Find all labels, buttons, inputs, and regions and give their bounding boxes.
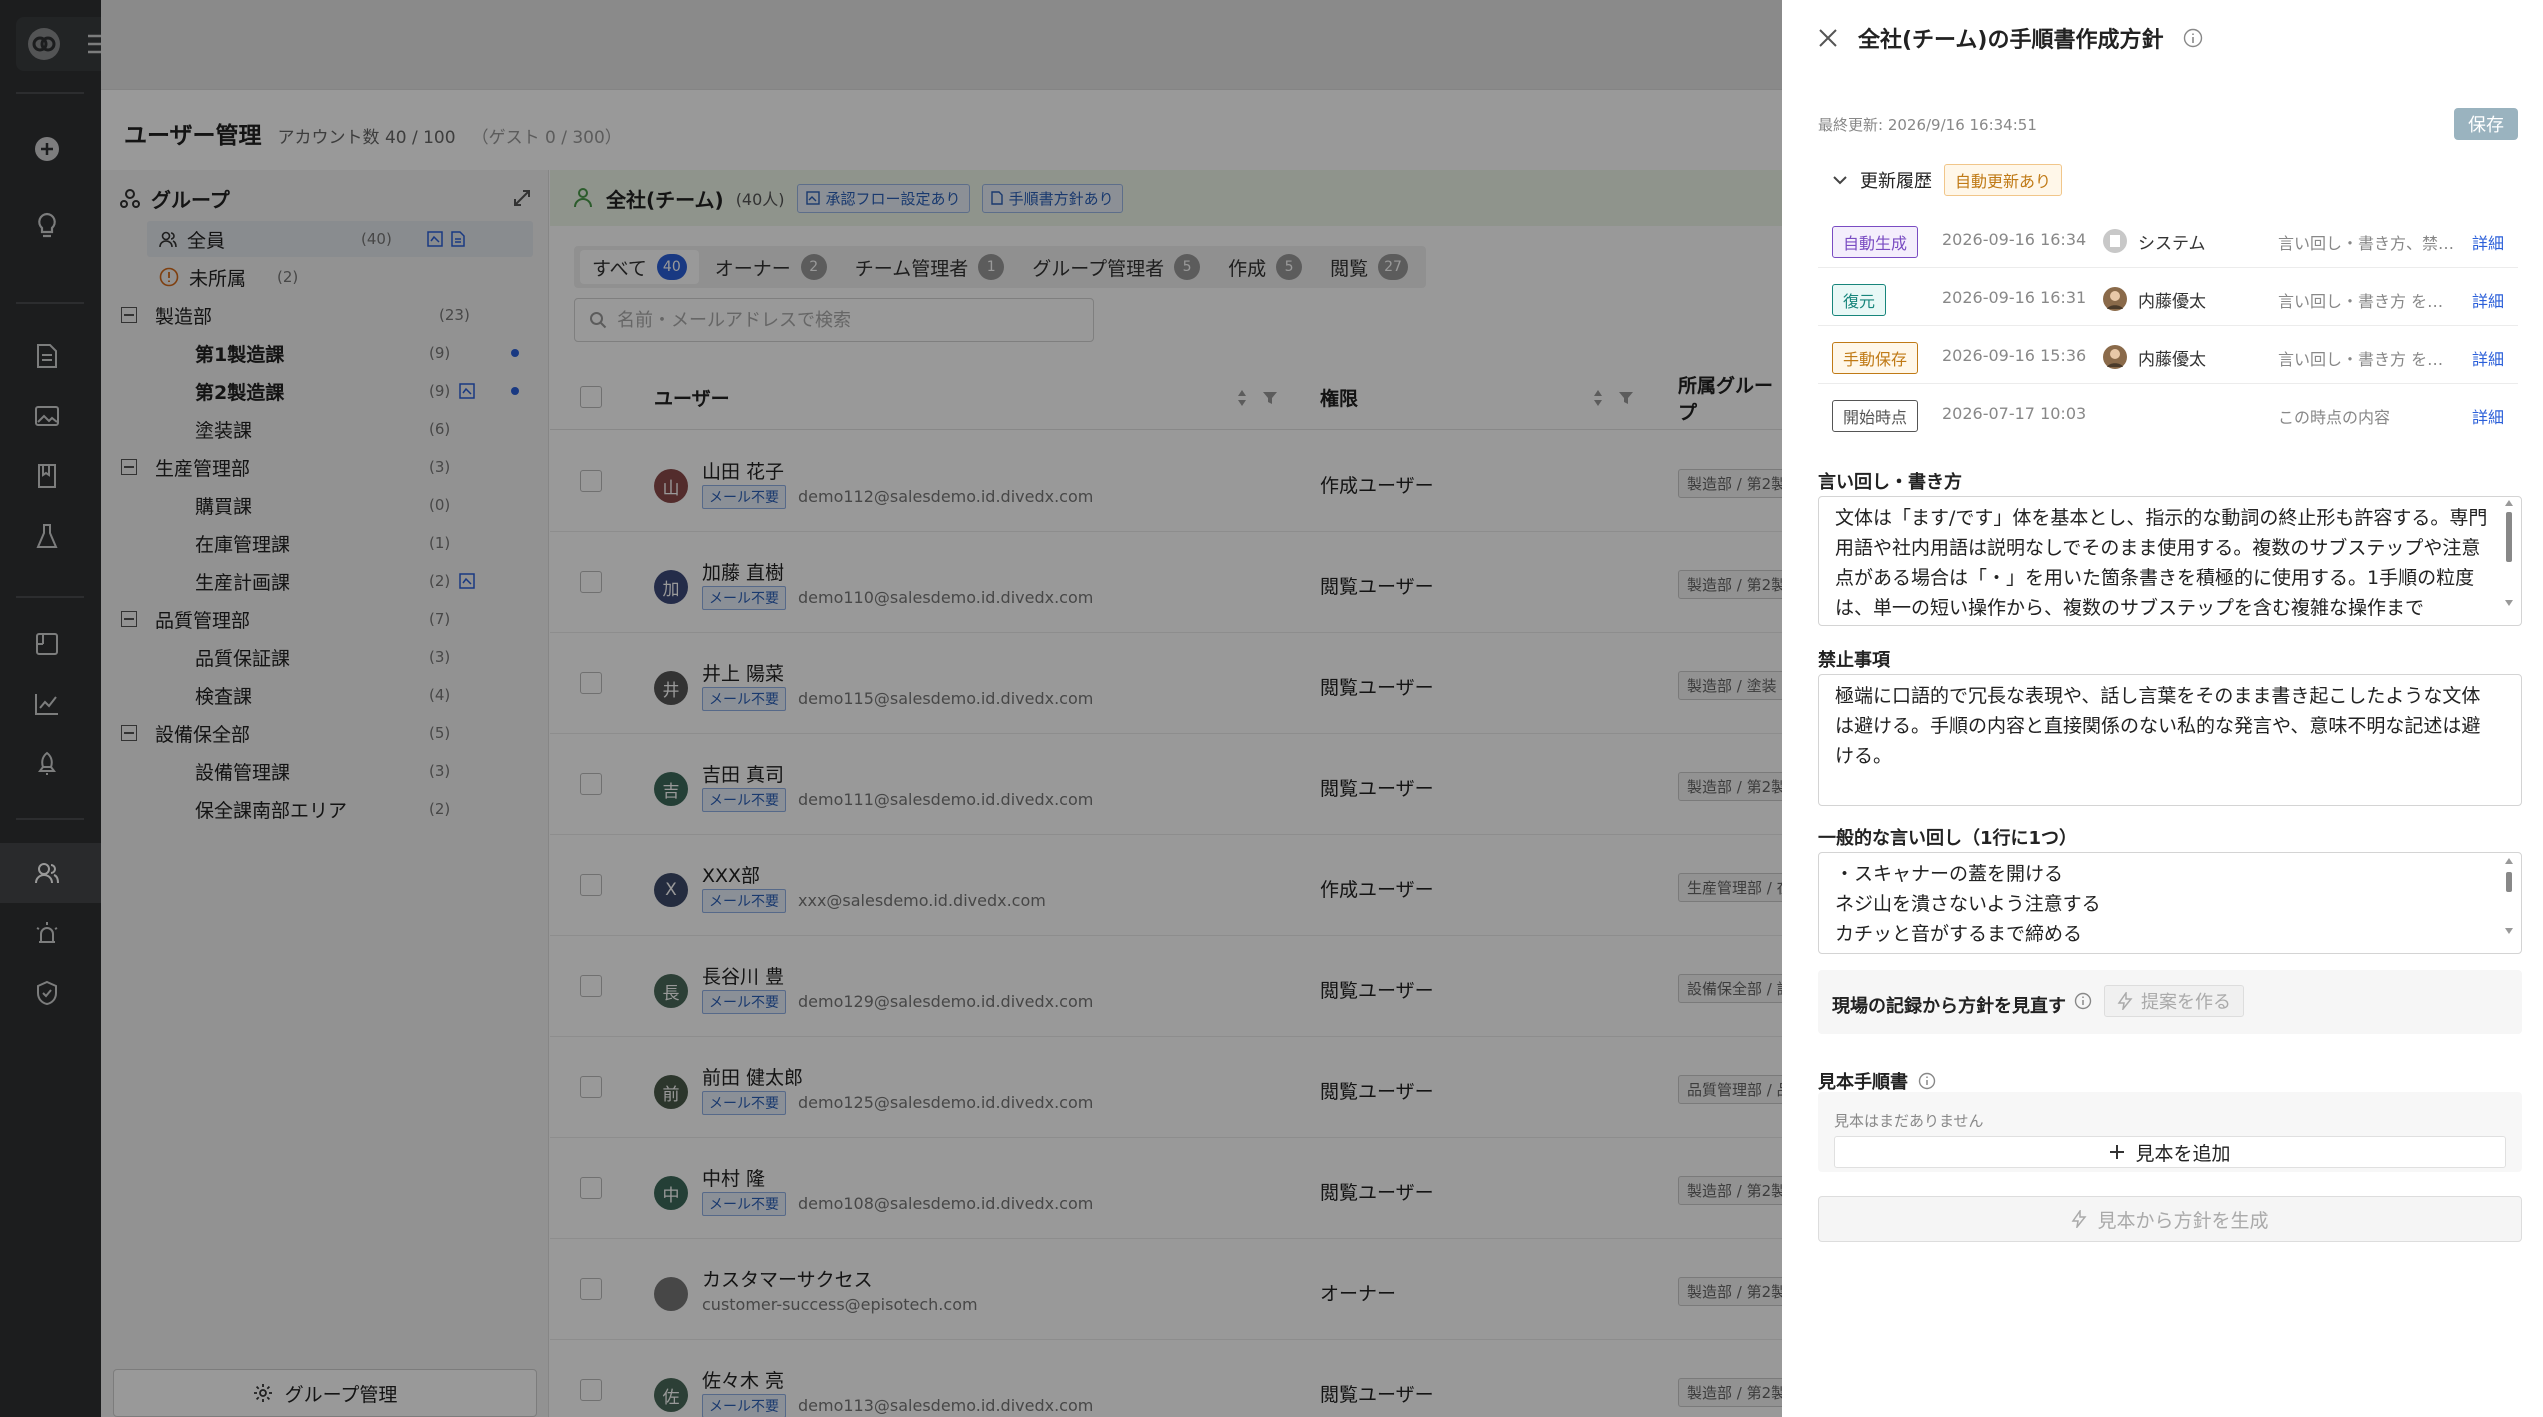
policy-drawer: 全社(チーム)の手順書作成方針 最終更新: 2026/9/16 16:34:51… <box>1782 0 2543 1417</box>
history-detail-link[interactable]: 詳細 <box>2472 404 2504 428</box>
history-desc: この時点の内容 <box>2278 408 2391 427</box>
phrases-label: 一般的な言い回し（1行に1つ） <box>1818 828 2078 849</box>
history-row: 手動保存 2026-09-16 15:36 内藤優太 言い回し・書き方 を… 詳… <box>1818 326 2518 384</box>
review-section: 現場の記録から方針を見直す 提案を作る <box>1818 970 2522 1034</box>
prohibit-textarea[interactable]: 極端に口語的で冗長な表現や、話し言葉をそのまま書き起こしたような文体は避ける。手… <box>1818 674 2522 806</box>
plus-icon <box>2109 1144 2125 1160</box>
history-detail-link[interactable]: 詳細 <box>2472 288 2504 312</box>
info-icon[interactable] <box>1918 1072 1936 1090</box>
prohibit-label: 禁止事項 <box>1818 650 1890 671</box>
history-row: 開始時点 2026-07-17 10:03 この時点の内容 詳細 <box>1818 384 2518 442</box>
history-row: 自動生成 2026-09-16 16:34 システム 言い回し・書き方、禁… 詳… <box>1818 210 2518 268</box>
history-user-name: 内藤優太 <box>2138 291 2206 312</box>
save-button[interactable]: 保存 <box>2454 108 2518 140</box>
sparkle-icon <box>2071 1210 2088 1228</box>
chevron-down-icon <box>1832 172 1848 188</box>
close-icon[interactable] <box>1818 28 1838 48</box>
phrases-textarea[interactable]: ・スキャナーの蓋を開ける ネジ山を潰さないよう注意する カチッと音がするまで締め… <box>1818 852 2522 954</box>
history-toggle[interactable]: 更新履歴 自動更新あり <box>1832 164 2063 196</box>
samples-empty-text: 見本はまだありません <box>1834 1112 1984 1130</box>
review-label: 現場の記録から方針を見直す <box>1832 996 2066 1017</box>
history-type-badge: 手動保存 <box>1832 342 1919 374</box>
history-type-badge: 復元 <box>1832 284 1887 316</box>
history-row: 復元 2026-09-16 16:31 内藤優太 言い回し・書き方 を… 詳細 <box>1818 268 2518 326</box>
history-user: 内藤優太 <box>2102 344 2206 370</box>
last-updated: 最終更新: 2026/9/16 16:34:51 <box>1818 116 2037 134</box>
history-desc: 言い回し・書き方 を… <box>2278 350 2444 369</box>
history-user: 内藤優太 <box>2102 286 2206 312</box>
samples-card: 見本はまだありません 見本を追加 <box>1818 1092 2522 1172</box>
add-sample-label: 見本を追加 <box>2135 1142 2231 1165</box>
history-type-badge: 自動生成 <box>1832 226 1919 258</box>
samples-label: 見本手順書 <box>1818 1072 1908 1093</box>
drawer-header: 全社(チーム)の手順書作成方針 <box>1818 22 2203 54</box>
history-user: システム <box>2102 228 2206 254</box>
style-label: 言い回し・書き方 <box>1818 472 1962 493</box>
suggest-button-label: 提案を作る <box>2141 992 2231 1013</box>
generate-button-label: 見本から方針を生成 <box>2097 1209 2269 1232</box>
modal-backdrop[interactable] <box>0 0 1782 1417</box>
system-icon <box>2102 228 2128 254</box>
info-icon[interactable] <box>2074 992 2092 1010</box>
avatar <box>2102 344 2128 370</box>
info-icon[interactable] <box>2183 28 2203 48</box>
drawer-title: 全社(チーム)の手順書作成方針 <box>1858 28 2164 53</box>
auto-update-tag: 自動更新あり <box>1944 164 2063 196</box>
history-type-badge: 開始時点 <box>1832 400 1919 432</box>
scrollbar[interactable] <box>2504 498 2514 608</box>
history-date: 2026-09-16 15:36 <box>1942 346 2087 365</box>
history-date: 2026-09-16 16:31 <box>1942 288 2087 307</box>
history-desc: 言い回し・書き方 を… <box>2278 292 2444 311</box>
suggest-button[interactable]: 提案を作る <box>2104 985 2244 1017</box>
history-desc: 言い回し・書き方、禁… <box>2278 234 2455 253</box>
style-textarea[interactable]: 文体は「ます/です」体を基本とし、指示的な動詞の終止形も許容する。専門用語や社内… <box>1818 496 2522 626</box>
samples-header: 見本手順書 <box>1818 1068 1936 1094</box>
add-sample-button[interactable]: 見本を追加 <box>1834 1136 2506 1168</box>
history-user-name: 内藤優太 <box>2138 349 2206 370</box>
history-label: 更新履歴 <box>1860 171 1932 192</box>
history-date: 2026-07-17 10:03 <box>1942 404 2087 423</box>
history-detail-link[interactable]: 詳細 <box>2472 230 2504 254</box>
history-date: 2026-09-16 16:34 <box>1942 230 2087 249</box>
sparkle-icon <box>2117 992 2133 1010</box>
history-detail-link[interactable]: 詳細 <box>2472 346 2504 370</box>
generate-from-samples-button[interactable]: 見本から方針を生成 <box>1818 1196 2522 1242</box>
avatar <box>2102 286 2128 312</box>
history-user-name: システム <box>2138 233 2206 254</box>
scrollbar[interactable] <box>2504 856 2514 936</box>
